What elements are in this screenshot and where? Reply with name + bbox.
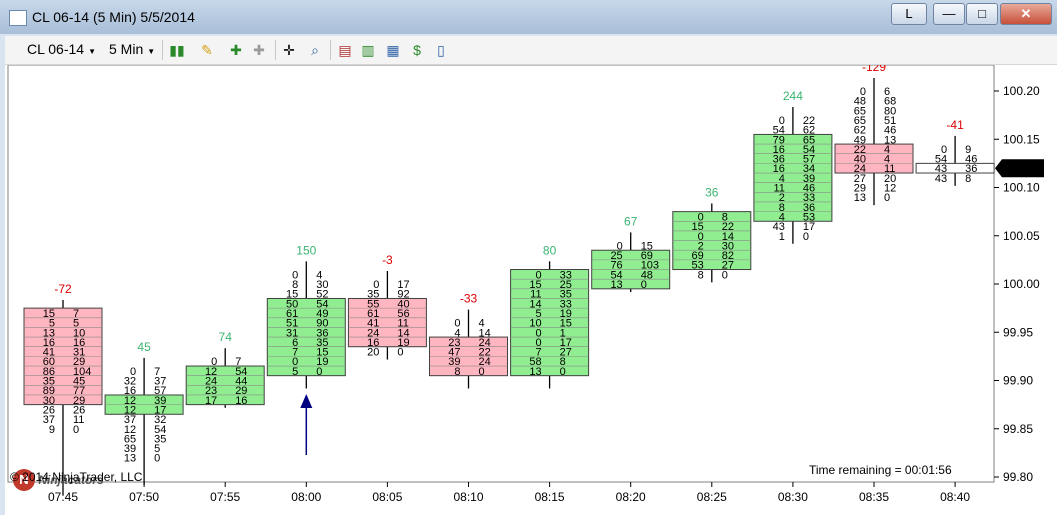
x-tick-label: 08:20 [616, 490, 646, 504]
chevron-down-icon: ▼ [147, 47, 156, 56]
x-tick-label: 08:15 [535, 490, 565, 504]
bar-body [834, 143, 914, 174]
bar-body [347, 297, 427, 348]
ask-volume: 0 [803, 231, 809, 243]
bid-volume: 13 [854, 192, 866, 204]
bid-volume: 13 [610, 279, 622, 291]
pencil-draw-icon[interactable]: ✎ [199, 42, 215, 58]
x-tick-label: 08:40 [940, 490, 970, 504]
dollar-icon[interactable]: $ [409, 42, 425, 58]
x-tick-label: 07:55 [210, 490, 240, 504]
y-tick-label: 100.00 [1003, 277, 1040, 291]
close-button[interactable]: ✕ [1000, 3, 1052, 25]
copyright-text: © 2014 NinjaTrader, LLC [10, 470, 143, 484]
x-tick-label: 08:05 [372, 490, 402, 504]
ask-volume: 8 [965, 173, 971, 185]
y-tick-label: 99.85 [1003, 422, 1033, 436]
bid-volume: 43 [935, 173, 947, 185]
y-tick-label: 99.80 [1003, 470, 1033, 484]
instrument-label: CL 06-14 [27, 41, 85, 57]
bar-delta: 244 [783, 89, 803, 103]
chart-area[interactable]: 100.20 100.15 100.10 100.05 100.00 99.95 99.90… [5, 65, 1057, 515]
last-price-label: 100.12 [1005, 161, 1042, 175]
indicators-icon[interactable]: ▤ [337, 42, 353, 58]
bid-volume: 9 [49, 424, 55, 436]
y-tick-label: 99.90 [1003, 374, 1033, 388]
maximize-button[interactable]: □ [966, 3, 998, 25]
ask-volume: 0 [641, 279, 647, 291]
bar-body [510, 269, 590, 377]
ask-volume: 0 [154, 453, 160, 465]
ask-volume: 0 [884, 192, 890, 204]
bar-delta: 45 [137, 340, 151, 354]
bar-delta: 36 [705, 185, 719, 199]
x-tick-label: 08:30 [778, 490, 808, 504]
strategies-icon[interactable]: ▥ [360, 42, 376, 58]
bar-delta: 150 [296, 243, 316, 257]
toolbar-separator [330, 40, 331, 60]
x-tick-label: 08:25 [697, 490, 727, 504]
x-tick-label: 07:50 [129, 490, 159, 504]
y-tick-label: 100.20 [1003, 84, 1040, 98]
bid-volume: 8 [454, 366, 460, 378]
bar-delta: 67 [624, 214, 638, 228]
toolbar-separator [275, 40, 276, 60]
ask-volume: 0 [73, 424, 79, 436]
x-tick-label: 08:00 [291, 490, 321, 504]
chart-properties-icon[interactable]: ▦ [385, 42, 401, 58]
interval-label: 5 Min [109, 41, 144, 57]
chart-window-icon [9, 10, 27, 26]
bar-body [753, 133, 833, 222]
minimize-button[interactable]: — [933, 3, 965, 25]
ask-volume: 0 [479, 366, 485, 378]
marker-arrow-head [300, 394, 313, 408]
bar-delta: -3 [382, 253, 393, 267]
chart-toolbar: CL 06-14 ▼ 5 Min ▼ ▮▮ ✎ ✚ ✚ ✛ ⌕ ▤ ▥ ▦ $ ▯ [5, 36, 1057, 65]
bar-delta: 74 [219, 330, 233, 344]
bid-volume: 20 [367, 347, 379, 359]
remove-indicator-icon[interactable]: ✚ [251, 42, 267, 58]
bar-delta: -129 [862, 65, 886, 74]
bid-volume: 13 [124, 453, 136, 465]
instrument-selector[interactable]: CL 06-14 ▼ [27, 41, 96, 57]
ask-volume: 16 [235, 395, 247, 407]
bid-volume: 8 [698, 269, 704, 281]
y-tick-label: 99.95 [1003, 325, 1033, 339]
x-tick-label: 08:35 [859, 490, 889, 504]
footprint-chart[interactable]: 100.20 100.15 100.10 100.05 100.00 99.95 99.90… [5, 65, 1057, 515]
ask-volume: 0 [560, 366, 566, 378]
link-button[interactable]: L [891, 3, 927, 25]
bar-type-icon[interactable]: ▮▮ [169, 42, 185, 58]
bar-delta: 80 [543, 243, 557, 257]
data-box-icon[interactable]: ▯ [433, 42, 449, 58]
title-bar: CL 06-14 (5 Min) 5/5/2014 L — □ ✕ [0, 0, 1057, 34]
bar-delta: -72 [54, 282, 72, 296]
ask-volume: 0 [397, 347, 403, 359]
bar-delta: -33 [460, 292, 478, 306]
time-remaining: Time remaining = 00:01:56 [809, 463, 952, 477]
x-tick-label: 08:10 [453, 490, 483, 504]
bar-body [915, 162, 995, 174]
bid-volume: 13 [529, 366, 541, 378]
bar-delta: -41 [946, 118, 964, 132]
bid-volume: 17 [205, 395, 217, 407]
insert-indicator-icon[interactable]: ✚ [228, 42, 244, 58]
y-tick-label: 100.15 [1003, 132, 1040, 146]
ask-volume: 0 [316, 366, 322, 378]
ask-volume: 0 [722, 269, 728, 281]
chevron-down-icon: ▼ [88, 47, 96, 56]
toolbar-separator [162, 40, 163, 60]
zoom-icon[interactable]: ⌕ [307, 42, 323, 58]
y-tick-label: 100.10 [1003, 181, 1040, 195]
interval-selector[interactable]: 5 Min ▼ [109, 41, 155, 57]
crosshair-icon[interactable]: ✛ [281, 42, 297, 58]
y-tick-label: 100.05 [1003, 229, 1040, 243]
bid-volume: 1 [779, 231, 785, 243]
bid-volume: 5 [292, 366, 298, 378]
window-title: CL 06-14 (5 Min) 5/5/2014 [32, 9, 195, 25]
